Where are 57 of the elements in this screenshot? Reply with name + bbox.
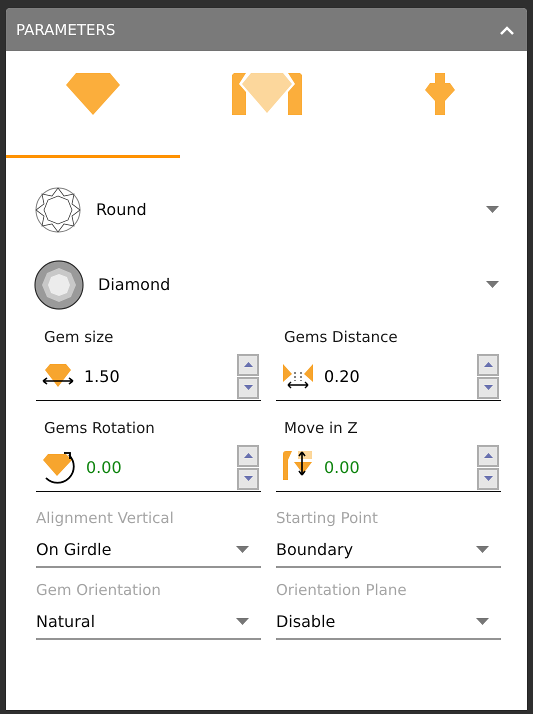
caret-icon bbox=[476, 546, 489, 552]
number-field[interactable]: 0.00 bbox=[36, 443, 261, 492]
caret-icon bbox=[486, 206, 499, 213]
dropdown-value: Round bbox=[96, 200, 148, 219]
up-arrow-icon bbox=[484, 362, 492, 367]
field-label: Move in Z bbox=[283, 418, 359, 439]
number-field[interactable]: 0.20 bbox=[276, 352, 501, 401]
increment-button[interactable] bbox=[477, 444, 499, 466]
down-arrow-icon bbox=[244, 385, 252, 390]
increment-button[interactable] bbox=[237, 354, 259, 376]
prong-icon bbox=[425, 73, 456, 115]
field-label: Gem size bbox=[43, 327, 114, 348]
dropdown[interactable]: On Girdle bbox=[36, 532, 261, 568]
number-field[interactable]: 0.00 bbox=[276, 443, 501, 492]
decrement-button[interactable] bbox=[237, 468, 259, 490]
field-label: Gems Distance bbox=[283, 327, 399, 348]
dropdown-label: Alignment Vertical bbox=[36, 508, 175, 529]
panel-header[interactable]: PARAMETERS bbox=[6, 8, 527, 51]
dropdown-label: Starting Point bbox=[276, 508, 379, 529]
dropdown[interactable]: Boundary bbox=[276, 532, 501, 568]
number-value: 0.00 bbox=[324, 458, 361, 476]
gem-distance-icon bbox=[282, 363, 314, 389]
caret-icon bbox=[236, 618, 249, 624]
decrement-button[interactable] bbox=[237, 376, 259, 398]
number-field[interactable]: 1.50 bbox=[36, 352, 261, 401]
field-label: Gems Rotation bbox=[43, 418, 156, 439]
caret-icon bbox=[476, 618, 489, 624]
down-arrow-icon bbox=[484, 476, 492, 481]
dropdown-label: Gem Orientation bbox=[36, 580, 162, 601]
dropdown-value: Diamond bbox=[98, 275, 172, 294]
rotation-icon bbox=[42, 450, 76, 484]
increment-button[interactable] bbox=[477, 354, 499, 376]
number-value: 0.00 bbox=[86, 458, 123, 476]
down-arrow-icon bbox=[484, 385, 492, 390]
gem-size-icon bbox=[42, 363, 74, 389]
dropdown[interactable]: Natural bbox=[36, 604, 261, 640]
increment-button[interactable] bbox=[237, 444, 259, 466]
dropdown[interactable]: Diamond bbox=[34, 247, 499, 322]
decrement-button[interactable] bbox=[477, 468, 499, 490]
gem-setting-icon bbox=[232, 73, 302, 115]
gem-icon bbox=[66, 73, 120, 115]
panel-title: PARAMETERS bbox=[16, 20, 116, 38]
diamond-gem-icon bbox=[34, 260, 84, 310]
down-arrow-icon bbox=[244, 476, 252, 481]
round-cut-icon bbox=[34, 186, 82, 234]
up-arrow-icon bbox=[244, 362, 252, 367]
number-value: 0.20 bbox=[324, 366, 361, 386]
decrement-button[interactable] bbox=[477, 376, 499, 398]
up-arrow-icon bbox=[484, 453, 492, 458]
dropdown[interactable]: Disable bbox=[276, 604, 501, 640]
up-arrow-icon bbox=[244, 453, 252, 458]
dropdown[interactable]: Round bbox=[34, 172, 499, 247]
collapse-icon[interactable] bbox=[499, 24, 515, 34]
caret-icon bbox=[236, 546, 249, 552]
caret-icon bbox=[486, 281, 499, 288]
number-value: 1.50 bbox=[84, 366, 121, 386]
dropdown-label: Orientation Plane bbox=[276, 580, 408, 601]
